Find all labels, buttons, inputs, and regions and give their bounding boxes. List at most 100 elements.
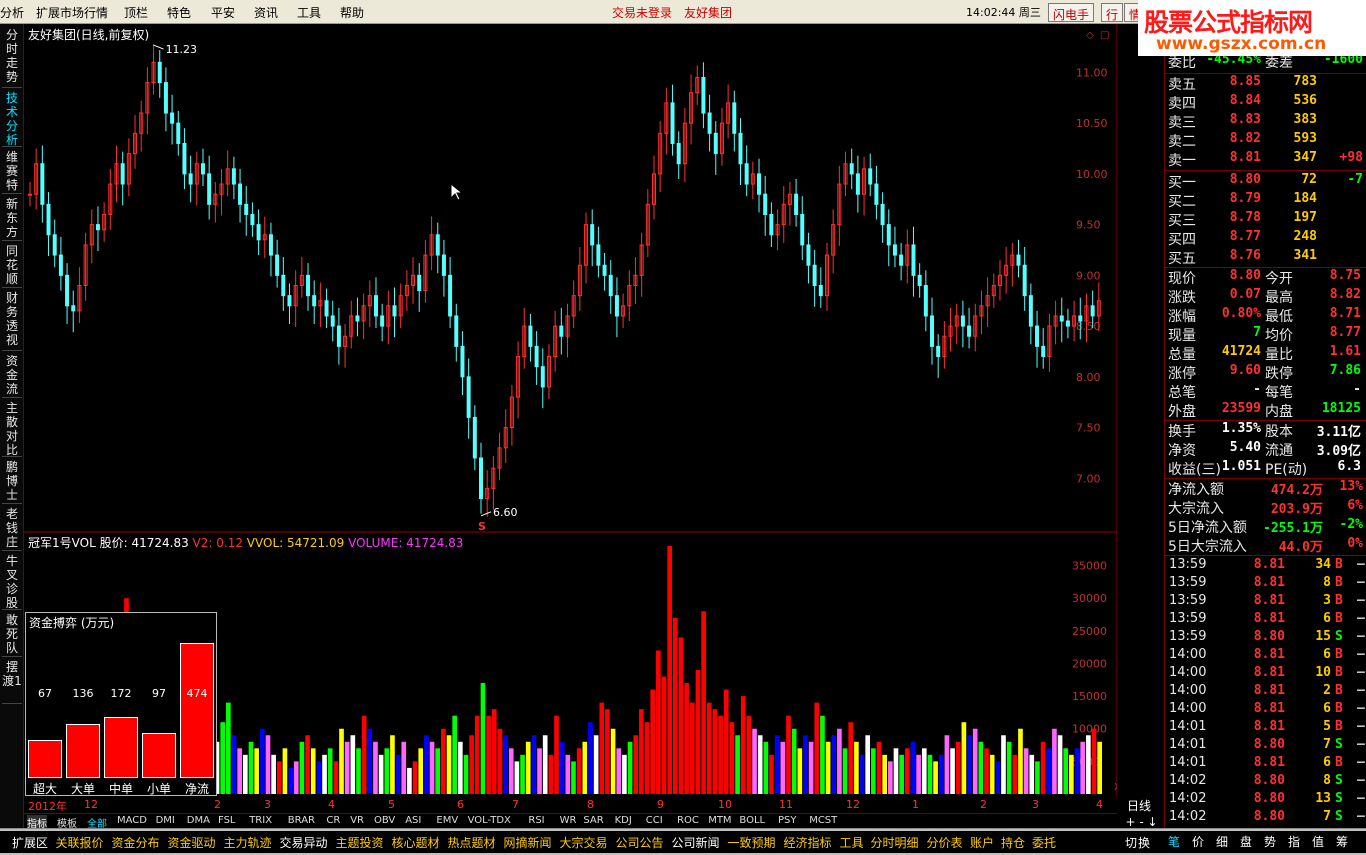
- indicator-tab-roc[interactable]: ROC: [677, 815, 699, 826]
- bottom-tab-6[interactable]: 主题投资: [336, 834, 384, 851]
- scroll-controls[interactable]: + - ↓: [1119, 815, 1164, 829]
- left-tab-5[interactable]: 财务透视: [2, 291, 22, 351]
- quote-button[interactable]: 行: [1101, 3, 1124, 22]
- bottom-tab-2[interactable]: 资金分布: [112, 834, 160, 851]
- menu-tools[interactable]: 工具: [297, 4, 321, 21]
- date-label: 11: [779, 798, 793, 811]
- left-tab-6[interactable]: 资金流: [2, 354, 22, 398]
- left-tab-8[interactable]: 鹏博士: [2, 460, 22, 504]
- bottom-tab-19[interactable]: 持仓: [1001, 834, 1025, 851]
- trade-login-status[interactable]: 交易未登录: [612, 4, 672, 21]
- volume-bar: [605, 709, 610, 794]
- quote-tab-4[interactable]: 势: [1264, 833, 1276, 850]
- indicator-tab-cci[interactable]: CCI: [646, 815, 663, 826]
- bottom-tab-17[interactable]: 分价表: [927, 834, 963, 851]
- bottom-tab-14[interactable]: 经济指标: [784, 834, 832, 851]
- maximize-icon[interactable]: □: [1100, 30, 1109, 41]
- volume-bar: [531, 735, 537, 794]
- quote-tab-0[interactable]: 笔: [1168, 833, 1180, 850]
- volume-bar: [243, 754, 248, 794]
- left-tab-3[interactable]: 新东方: [2, 197, 22, 241]
- quote-tab-2[interactable]: 细: [1216, 833, 1228, 850]
- quote-tab-7[interactable]: 筹: [1336, 833, 1348, 850]
- bottom-tab-1[interactable]: 关联报价: [56, 834, 104, 851]
- menu-help[interactable]: 帮助: [340, 4, 364, 21]
- bottom-tab-9[interactable]: 网摘新闻: [504, 834, 552, 851]
- candle: [960, 300, 965, 348]
- bottom-tab-5[interactable]: 交易异动: [280, 834, 328, 851]
- indicator-tab-wr[interactable]: WR: [560, 815, 577, 826]
- indicator-tab-brar[interactable]: BRAR: [288, 815, 315, 826]
- bottom-tab-15[interactable]: 工具: [840, 834, 864, 851]
- period-label[interactable]: 日线: [1127, 797, 1151, 814]
- menu-news[interactable]: 资讯: [254, 4, 278, 21]
- indicator-name[interactable]: 冠军1号VOL: [28, 536, 96, 550]
- bottom-tab-8[interactable]: 热点题材: [448, 834, 496, 851]
- volume-bar: [593, 735, 599, 794]
- left-tab-10[interactable]: 牛叉诊股: [2, 554, 22, 610]
- quote-tab-6[interactable]: 值: [1312, 833, 1324, 850]
- divider: [1165, 555, 1366, 556]
- tick-arrow-icon: —: [1357, 665, 1365, 680]
- menu-pingan[interactable]: 平安: [211, 4, 235, 21]
- candle: [120, 151, 125, 206]
- left-tab-1[interactable]: 技术分析: [2, 91, 22, 147]
- indicator-tab-dma[interactable]: DMA: [187, 815, 210, 826]
- bottom-tab-0[interactable]: 扩展区: [12, 834, 48, 851]
- left-tab-12[interactable]: 摆渡1: [2, 660, 22, 704]
- candle: [744, 145, 749, 197]
- menu-top-bar[interactable]: 顶栏: [124, 4, 148, 21]
- quote-tab-1[interactable]: 价: [1192, 833, 1204, 850]
- left-tab-4[interactable]: 同花顺: [2, 244, 22, 288]
- candle-body: [676, 142, 681, 165]
- bottom-tab-20[interactable]: 委托: [1032, 834, 1056, 851]
- bottom-tab-10[interactable]: 大宗交易: [560, 834, 608, 851]
- menu-analysis[interactable]: 分析: [0, 4, 24, 21]
- stat-label: 涨跌: [1168, 290, 1196, 306]
- indicator-tab-mtm[interactable]: MTM: [708, 815, 731, 826]
- menu-special[interactable]: 特色: [167, 4, 191, 21]
- indicator-tab-asi[interactable]: ASI: [405, 815, 421, 826]
- indicator-tab-boll[interactable]: BOLL: [739, 815, 765, 826]
- indicator-tab-vol-tdx[interactable]: VOL-TDX: [468, 815, 511, 826]
- indicator-tab-fsl[interactable]: FSL: [218, 815, 236, 826]
- indicator-tab-emv[interactable]: EMV: [436, 815, 458, 826]
- bottom-tab-16[interactable]: 分时明细: [871, 834, 919, 851]
- indicator-tab-cr[interactable]: CR: [326, 815, 340, 826]
- indicator-tab-sar[interactable]: SAR: [583, 815, 603, 826]
- indicator-tab-dmi[interactable]: DMI: [156, 815, 175, 826]
- ask-volume: 347: [1293, 150, 1317, 165]
- stat-label: 现量: [1168, 328, 1196, 344]
- volume-bar: [871, 748, 876, 794]
- indicator-tab-macd[interactable]: MACD: [117, 815, 147, 826]
- indicator-tab-trix[interactable]: TRIX: [249, 815, 272, 826]
- left-tab-0[interactable]: 分时走势: [2, 28, 22, 88]
- indicator-tab-kdj[interactable]: KDJ: [615, 815, 632, 826]
- bottom-tab-7[interactable]: 核心题材: [392, 834, 440, 851]
- quote-tab-3[interactable]: 盘: [1240, 833, 1252, 850]
- bottom-tab-12[interactable]: 公司新闻: [672, 834, 720, 851]
- bottom-tab-18[interactable]: 账户: [970, 834, 994, 851]
- indicator-tab-mcst[interactable]: MCST: [809, 815, 837, 826]
- bottom-tab-11[interactable]: 公司公告: [616, 834, 664, 851]
- volume-bar: [842, 748, 848, 794]
- bottom-tab-4[interactable]: 主力轨迹: [224, 834, 272, 851]
- tick-arrow-icon: —: [1357, 557, 1365, 572]
- menu-extended-market[interactable]: 扩展市场行情: [36, 4, 108, 21]
- stat-row: 总量 41724 量比 1.61: [1165, 344, 1366, 363]
- bottom-tab-13[interactable]: 一致预期: [728, 834, 776, 851]
- indicator-tab-psy[interactable]: PSY: [778, 815, 797, 826]
- bottom-tab-3[interactable]: 资金驱动: [168, 834, 216, 851]
- left-tab-9[interactable]: 老钱庄: [2, 507, 22, 551]
- quote-tab-5[interactable]: 指: [1288, 833, 1300, 850]
- tick-row: 14:02 8.80 13 S —: [1165, 791, 1366, 809]
- left-tab-2[interactable]: 维赛特: [2, 150, 22, 194]
- indicator-tab-vr[interactable]: VR: [350, 815, 364, 826]
- indicator-tab-obv[interactable]: OBV: [374, 815, 395, 826]
- indicator-tab-rsi[interactable]: RSI: [528, 815, 544, 826]
- left-tab-7[interactable]: 主散对比: [2, 401, 22, 457]
- volume-bar: [627, 741, 633, 794]
- left-tab-11[interactable]: 敢死队: [2, 613, 22, 657]
- diamond-icon[interactable]: ◇: [1086, 30, 1094, 41]
- flash-trade-button[interactable]: 闪电手: [1048, 3, 1095, 22]
